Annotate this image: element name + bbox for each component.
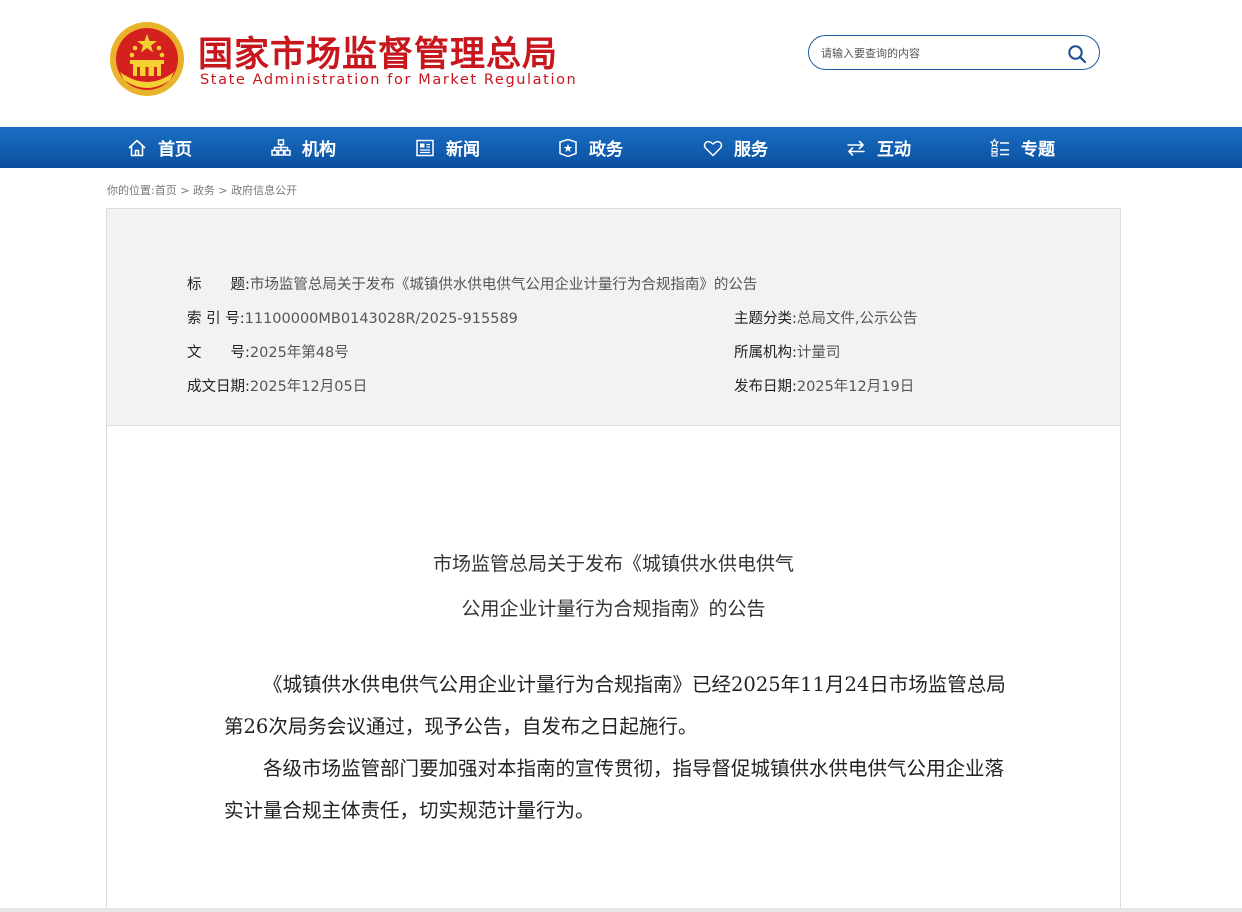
nav-item-org[interactable]: 机构 bbox=[270, 127, 336, 168]
main-nav: 首页 机构 新闻 政务 服务 互动 专题 bbox=[0, 127, 1242, 168]
nav-label: 机构 bbox=[302, 140, 336, 160]
info-docno-row: 文 号:2025年第48号 bbox=[187, 341, 349, 362]
org-chart-icon bbox=[271, 138, 291, 156]
info-category-row: 主题分类:总局文件,公示公告 bbox=[734, 307, 918, 328]
breadcrumb-link-government[interactable]: 政务 bbox=[193, 184, 215, 197]
nav-item-news[interactable]: 新闻 bbox=[414, 127, 480, 168]
exchange-icon bbox=[847, 140, 865, 156]
breadcrumb-separator: > bbox=[214, 184, 232, 197]
nav-label: 新闻 bbox=[446, 140, 480, 160]
info-org-row: 所属机构:计量司 bbox=[734, 341, 840, 362]
info-label: 索 引 号: bbox=[187, 311, 245, 327]
breadcrumb-link-info-disclosure[interactable]: 政府信息公开 bbox=[231, 184, 297, 197]
search-input[interactable] bbox=[821, 44, 1051, 62]
national-emblem-icon[interactable] bbox=[108, 20, 186, 98]
footer-divider bbox=[0, 908, 1242, 912]
info-org-value: 计量司 bbox=[796, 345, 841, 361]
news-icon bbox=[416, 139, 434, 156]
info-label: 成文日期: bbox=[187, 379, 250, 395]
breadcrumb-prefix: 你的位置: bbox=[107, 184, 155, 197]
info-index-value: 11100000MB0143028R/2025-915589 bbox=[244, 311, 518, 327]
heart-icon bbox=[703, 140, 723, 156]
info-made-date-value: 2025年12月05日 bbox=[249, 379, 368, 395]
nav-label: 首页 bbox=[158, 140, 192, 160]
nav-item-service[interactable]: 服务 bbox=[702, 127, 768, 168]
info-made-date-row: 成文日期:2025年12月05日 bbox=[187, 375, 367, 396]
article-title-line2: 公用企业计量行为合规指南》的公告 bbox=[461, 598, 766, 620]
breadcrumb: 你的位置:首页 > 政务 > 政府信息公开 bbox=[107, 182, 297, 198]
info-published-date-row: 发布日期:2025年12月19日 bbox=[734, 375, 914, 396]
info-docno-value: 2025年第48号 bbox=[249, 345, 349, 361]
home-icon bbox=[128, 139, 146, 156]
document-info-panel: 标 题:市场监管总局关于发布《城镇供水供电供气公用企业计量行为合规指南》的公告 … bbox=[107, 209, 1120, 426]
nav-label: 服务 bbox=[734, 140, 768, 160]
breadcrumb-separator: > bbox=[176, 184, 193, 197]
info-label: 发布日期: bbox=[734, 379, 797, 395]
info-label: 所属机构: bbox=[734, 345, 797, 361]
site-subtitle: State Administration for Market Regulati… bbox=[200, 72, 578, 88]
nav-item-home[interactable]: 首页 bbox=[126, 127, 192, 168]
nav-item-topics[interactable]: 专题 bbox=[989, 127, 1055, 168]
article-paragraph: 《城镇供水供电供气公用企业计量行为合规指南》已经2025年11月24日市场监管总… bbox=[224, 673, 1006, 738]
info-label: 文 号: bbox=[187, 345, 250, 361]
nav-label: 政务 bbox=[589, 140, 623, 160]
site-header: 国家市场监督管理总局 State Administration for Mark… bbox=[0, 0, 1242, 127]
nav-label: 专题 bbox=[1021, 140, 1055, 160]
info-category-value: 总局文件,公示公告 bbox=[796, 311, 918, 327]
article-title-line1: 市场监管总局关于发布《城镇供水供电供气 bbox=[432, 553, 794, 575]
article-paragraph: 各级市场监管部门要加强对本指南的宣传贯彻，指导督促城镇供水供电供气公用企业落实计… bbox=[224, 757, 1005, 822]
info-label: 标 题: bbox=[187, 277, 250, 293]
government-icon bbox=[559, 138, 577, 157]
nav-item-government[interactable]: 政务 bbox=[557, 127, 623, 168]
search-box bbox=[808, 35, 1100, 70]
nav-label: 互动 bbox=[877, 140, 911, 160]
info-title-row: 标 题:市场监管总局关于发布《城镇供水供电供气公用企业计量行为合规指南》的公告 bbox=[187, 273, 757, 294]
info-published-date-value: 2025年12月19日 bbox=[796, 379, 915, 395]
info-title-value: 市场监管总局关于发布《城镇供水供电供气公用企业计量行为合规指南》的公告 bbox=[249, 277, 758, 293]
article-body: 《城镇供水供电供气公用企业计量行为合规指南》已经2025年11月24日市场监管总… bbox=[224, 664, 1014, 832]
info-label: 主题分类: bbox=[734, 311, 797, 327]
nav-item-interact[interactable]: 互动 bbox=[845, 127, 911, 168]
article-container: 标 题:市场监管总局关于发布《城镇供水供电供气公用企业计量行为合规指南》的公告 … bbox=[106, 208, 1121, 912]
breadcrumb-link-home[interactable]: 首页 bbox=[155, 184, 177, 197]
site-title[interactable]: 国家市场监督管理总局 bbox=[198, 26, 558, 77]
topics-icon bbox=[989, 137, 1009, 157]
info-index-row: 索 引 号:11100000MB0143028R/2025-915589 bbox=[187, 307, 518, 328]
search-icon[interactable] bbox=[1067, 44, 1087, 64]
